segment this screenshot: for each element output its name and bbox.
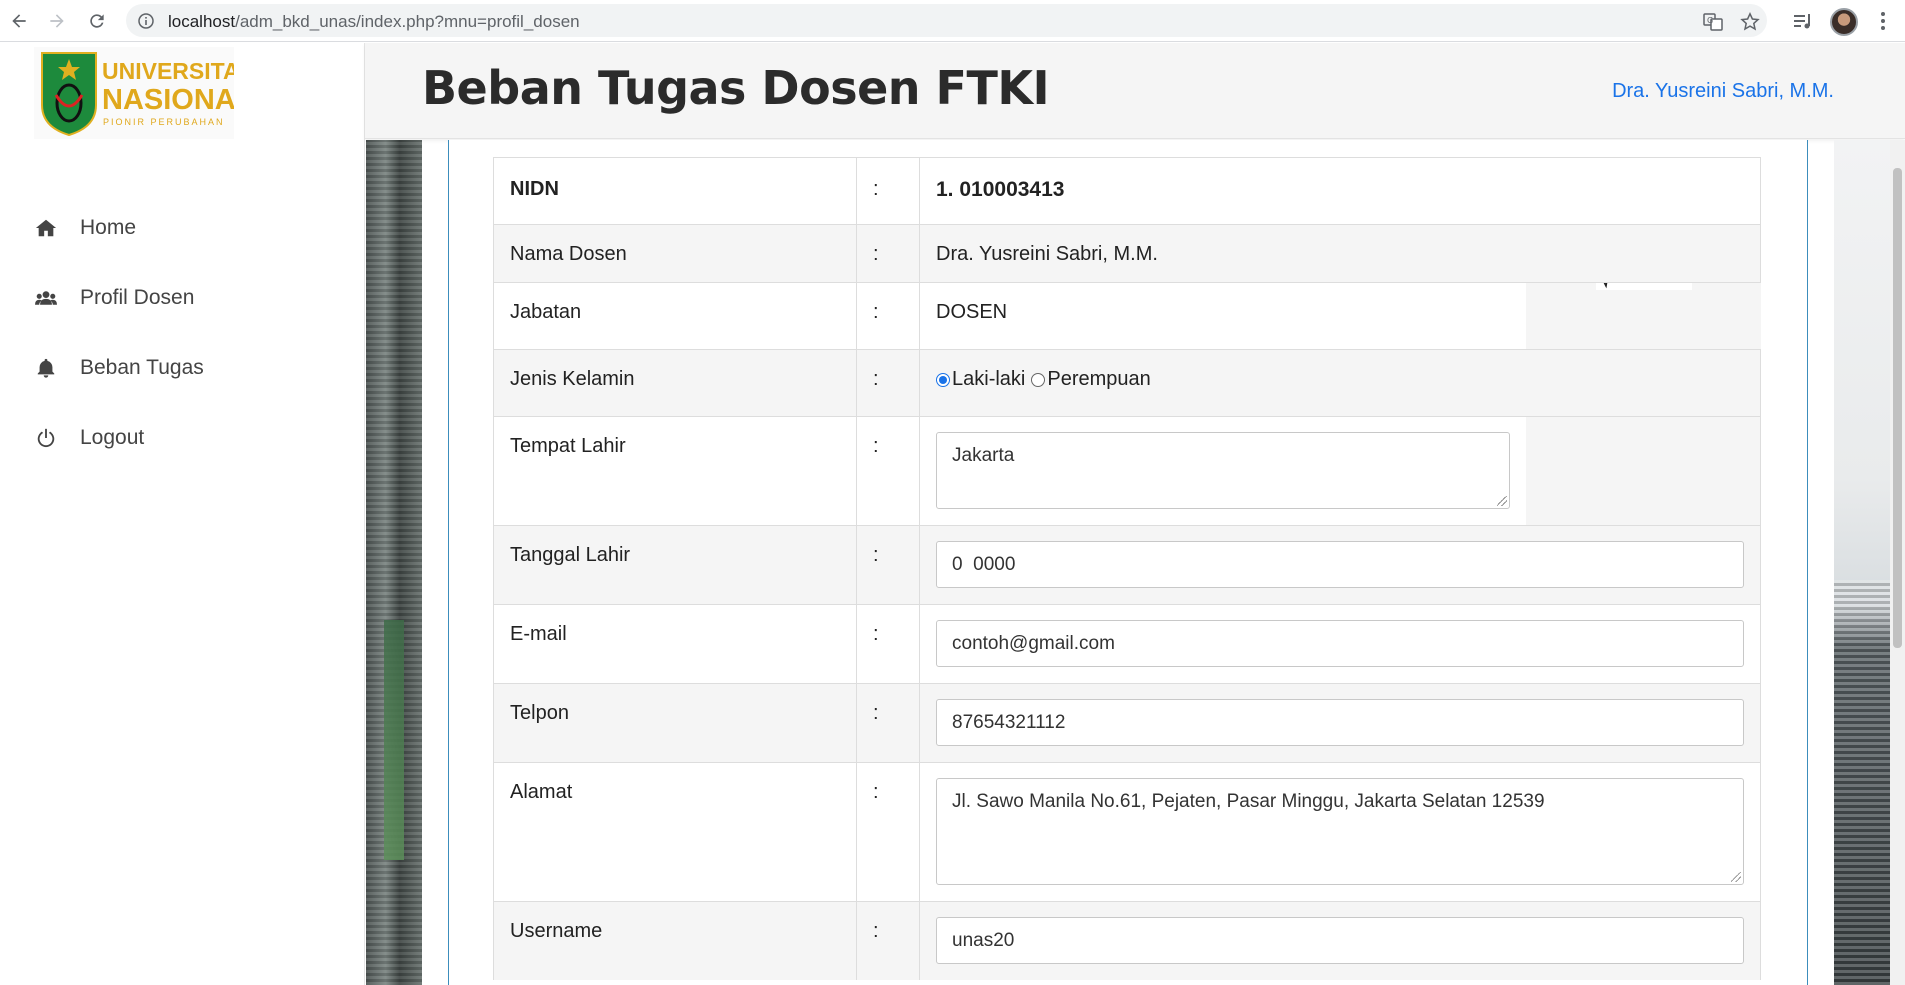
media-queue-icon[interactable] bbox=[1792, 10, 1814, 32]
alamat-cell: Jl. Sawo Manila No.61, Pejaten, Pasar Mi… bbox=[920, 763, 1760, 901]
logo-line1: UNIVERSITAS bbox=[102, 58, 234, 84]
alamat-label: Alamat bbox=[494, 763, 857, 901]
radio-perempuan[interactable] bbox=[1031, 372, 1046, 387]
url-text: localhost/adm_bkd_unas/index.php?mnu=pro… bbox=[168, 12, 580, 32]
telpon-label: Telpon bbox=[494, 684, 857, 762]
logo-line2: NASIONAL bbox=[102, 84, 234, 116]
colon: : bbox=[857, 350, 920, 416]
alamat-textarea[interactable]: Jl. Sawo Manila No.61, Pejaten, Pasar Mi… bbox=[936, 778, 1744, 885]
colon: : bbox=[857, 225, 920, 282]
profile-table: NIDN : 1. 010003413 Nama Dosen : Dra. Yu… bbox=[493, 157, 1761, 980]
reload-icon bbox=[90, 14, 104, 28]
sidebar-item-label: Home bbox=[80, 216, 137, 239]
radio-label-perempuan: Perempuan bbox=[1047, 368, 1151, 390]
jabatan-value: DOSEN bbox=[920, 283, 1526, 349]
radio-label-laki-laki: Laki-laki bbox=[952, 368, 1026, 390]
reload-button[interactable] bbox=[84, 8, 110, 34]
row-nama: Nama Dosen : Dra. Yusreini Sabri, M.M. bbox=[493, 224, 1761, 282]
colon: : bbox=[857, 902, 920, 980]
user-name-link[interactable]: Dra. Yusreini Sabri, M.M. bbox=[1612, 80, 1834, 103]
bell-icon bbox=[34, 356, 58, 380]
colon: : bbox=[857, 526, 920, 604]
sidebar-item-profil-dosen[interactable]: Profil Dosen bbox=[0, 263, 365, 333]
background-image-right bbox=[1834, 140, 1890, 985]
sidebar-item-label: Logout bbox=[80, 426, 145, 449]
row-alamat: Alamat : Jl. Sawo Manila No.61, Pejaten,… bbox=[493, 762, 1761, 901]
resize-handle-icon[interactable] bbox=[1731, 872, 1741, 882]
email-label: E-mail bbox=[494, 605, 857, 683]
colon: : bbox=[857, 605, 920, 683]
row-telpon: Telpon : 87654321112 bbox=[493, 683, 1761, 762]
photo-block: Nama Dosen : Dra. Yusreini Sabri, M.M. J… bbox=[493, 224, 1761, 525]
jk-radio-group: Laki-laki Perempuan bbox=[920, 350, 1526, 416]
scrollbar-thumb[interactable] bbox=[1893, 168, 1902, 648]
sidebar-menu: Home Profil Dosen Beban Tugas Logout bbox=[0, 193, 365, 473]
tanggal-label: Tanggal Lahir bbox=[494, 526, 857, 604]
jk-label: Jenis Kelamin bbox=[494, 350, 857, 416]
url-path: /adm_bkd_unas/index.php?mnu=profil_dosen bbox=[235, 12, 580, 31]
row-jenis-kelamin: Jenis Kelamin : Laki-laki Perempuan bbox=[493, 349, 1761, 416]
row-email: E-mail : contoh@gmail.com bbox=[493, 604, 1761, 683]
nidn-label: NIDN bbox=[494, 158, 857, 224]
nama-label: Nama Dosen bbox=[494, 225, 857, 282]
row-nidn: NIDN : 1. 010003413 bbox=[493, 157, 1761, 224]
jabatan-label: Jabatan bbox=[494, 283, 857, 349]
row-username: Username : unas20 bbox=[493, 901, 1761, 980]
power-icon bbox=[34, 426, 58, 450]
tempat-lahir-textarea[interactable]: Jakarta bbox=[936, 432, 1510, 509]
email-field[interactable]: contoh@gmail.com bbox=[936, 620, 1744, 667]
browser-toolbar: localhost/adm_bkd_unas/index.php?mnu=pro… bbox=[0, 0, 1905, 42]
tanggal-lahir-input[interactable]: 0 0000 bbox=[936, 541, 1744, 588]
alamat-value: Jl. Sawo Manila No.61, Pejaten, Pasar Mi… bbox=[952, 791, 1545, 812]
row-tempat-lahir: Tempat Lahir : Jakarta bbox=[493, 416, 1761, 525]
sidebar-item-beban-tugas[interactable]: Beban Tugas bbox=[0, 333, 365, 403]
username-cell: unas20 bbox=[920, 902, 1760, 980]
username-field[interactable]: unas20 bbox=[936, 917, 1744, 964]
nama-value: Dra. Yusreini Sabri, M.M. bbox=[936, 243, 1158, 265]
row-jabatan: Jabatan : DOSEN bbox=[493, 282, 1761, 349]
colon: : bbox=[857, 283, 920, 349]
sidebar-item-home[interactable]: Home bbox=[0, 193, 365, 263]
page-title: Beban Tugas Dosen FTKI bbox=[422, 61, 1050, 115]
translate-icon[interactable]: G bbox=[1703, 12, 1723, 32]
tempat-label: Tempat Lahir bbox=[494, 417, 857, 525]
address-bar[interactable]: localhost/adm_bkd_unas/index.php?mnu=pro… bbox=[126, 4, 1767, 37]
radio-laki-laki[interactable] bbox=[936, 372, 950, 387]
colon: : bbox=[857, 158, 920, 224]
colon: : bbox=[857, 763, 920, 901]
colon: : bbox=[857, 417, 920, 525]
tempat-value: Jakarta bbox=[952, 445, 1015, 466]
back-button[interactable] bbox=[6, 8, 32, 34]
tempat-cell: Jakarta bbox=[920, 417, 1526, 525]
telpon-cell: 87654321112 bbox=[920, 684, 1760, 762]
arrow-right-icon bbox=[50, 14, 64, 28]
row-tanggal-lahir: Tanggal Lahir : 0 0000 bbox=[493, 525, 1761, 604]
logo-line3: PIONIR PERUBAHAN bbox=[103, 117, 225, 127]
svg-text:G: G bbox=[1707, 16, 1713, 25]
nidn-value: 1. 010003413 bbox=[936, 178, 1065, 201]
users-icon bbox=[34, 286, 58, 310]
university-logo[interactable]: UNIVERSITAS NASIONAL PIONIR PERUBAHAN bbox=[34, 47, 255, 139]
tanggal-cell: 0 0000 bbox=[920, 526, 1760, 604]
sidebar-item-label: Beban Tugas bbox=[80, 356, 204, 379]
header: Beban Tugas Dosen FTKI Dra. Yusreini Sab… bbox=[365, 43, 1905, 139]
profile-avatar[interactable] bbox=[1830, 8, 1858, 36]
info-icon[interactable] bbox=[138, 13, 154, 29]
username-label: Username bbox=[494, 902, 857, 980]
kebab-menu-icon[interactable] bbox=[1872, 10, 1894, 32]
colon: : bbox=[857, 684, 920, 762]
email-cell: contoh@gmail.com bbox=[920, 605, 1760, 683]
resize-handle-icon[interactable] bbox=[1497, 496, 1507, 506]
home-icon bbox=[34, 216, 58, 240]
background-image-left bbox=[366, 140, 422, 985]
sidebar: UNIVERSITAS NASIONAL PIONIR PERUBAHAN Ho… bbox=[0, 43, 365, 985]
star-icon[interactable] bbox=[1740, 12, 1760, 32]
arrow-left-icon bbox=[12, 14, 26, 28]
telpon-field[interactable]: 87654321112 bbox=[936, 699, 1744, 746]
forward-button[interactable] bbox=[44, 8, 70, 34]
logo-image: UNIVERSITAS NASIONAL PIONIR PERUBAHAN bbox=[41, 52, 255, 137]
sidebar-item-logout[interactable]: Logout bbox=[0, 403, 365, 473]
sidebar-item-label: Profil Dosen bbox=[80, 286, 195, 309]
url-host: localhost bbox=[168, 12, 236, 31]
